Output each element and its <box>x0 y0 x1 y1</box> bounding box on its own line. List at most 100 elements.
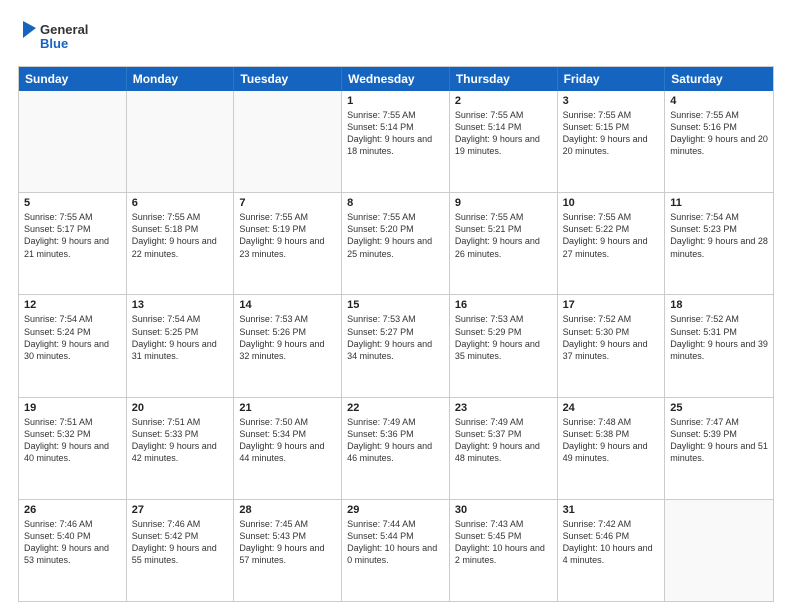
day-info: Sunrise: 7:55 AM Sunset: 5:19 PM Dayligh… <box>239 211 336 260</box>
calendar-body: 1 Sunrise: 7:55 AM Sunset: 5:14 PM Daylig… <box>19 91 773 601</box>
day-info: Sunrise: 7:55 AM Sunset: 5:18 PM Dayligh… <box>132 211 229 260</box>
day-cell: 21 Sunrise: 7:50 AM Sunset: 5:34 PM Dayli… <box>234 398 342 499</box>
day-info: Sunrise: 7:45 AM Sunset: 5:43 PM Dayligh… <box>239 518 336 567</box>
week-row-4: 19 Sunrise: 7:51 AM Sunset: 5:32 PM Dayli… <box>19 397 773 499</box>
day-info: Sunrise: 7:55 AM Sunset: 5:17 PM Dayligh… <box>24 211 121 260</box>
day-cell: 16 Sunrise: 7:53 AM Sunset: 5:29 PM Dayli… <box>450 295 558 396</box>
day-info: Sunrise: 7:46 AM Sunset: 5:40 PM Dayligh… <box>24 518 121 567</box>
day-cell: 1 Sunrise: 7:55 AM Sunset: 5:14 PM Daylig… <box>342 91 450 192</box>
day-info: Sunrise: 7:42 AM Sunset: 5:46 PM Dayligh… <box>563 518 660 567</box>
day-info: Sunrise: 7:54 AM Sunset: 5:25 PM Dayligh… <box>132 313 229 362</box>
day-number: 2 <box>455 95 552 107</box>
day-info: Sunrise: 7:55 AM Sunset: 5:16 PM Dayligh… <box>670 109 768 158</box>
day-number: 1 <box>347 95 444 107</box>
day-info: Sunrise: 7:49 AM Sunset: 5:37 PM Dayligh… <box>455 416 552 465</box>
week-row-1: 1 Sunrise: 7:55 AM Sunset: 5:14 PM Daylig… <box>19 91 773 192</box>
day-info: Sunrise: 7:46 AM Sunset: 5:42 PM Dayligh… <box>132 518 229 567</box>
day-info: Sunrise: 7:52 AM Sunset: 5:30 PM Dayligh… <box>563 313 660 362</box>
day-number: 23 <box>455 402 552 414</box>
day-number: 29 <box>347 504 444 516</box>
day-info: Sunrise: 7:51 AM Sunset: 5:32 PM Dayligh… <box>24 416 121 465</box>
day-info: Sunrise: 7:55 AM Sunset: 5:15 PM Dayligh… <box>563 109 660 158</box>
day-number: 24 <box>563 402 660 414</box>
day-cell: 31 Sunrise: 7:42 AM Sunset: 5:46 PM Dayli… <box>558 500 666 601</box>
day-cell: 8 Sunrise: 7:55 AM Sunset: 5:20 PM Daylig… <box>342 193 450 294</box>
day-number: 20 <box>132 402 229 414</box>
day-cell: 24Sunrise: 7:48 AM Sunset: 5:38 PM Dayli… <box>558 398 666 499</box>
week-row-5: 26 Sunrise: 7:46 AM Sunset: 5:40 PM Dayli… <box>19 499 773 601</box>
page: GeneralBlue SundayMondayTuesdayWednesday… <box>0 0 792 612</box>
day-number: 27 <box>132 504 229 516</box>
day-number: 31 <box>563 504 660 516</box>
day-header-friday: Friday <box>558 67 666 91</box>
day-number: 7 <box>239 197 336 209</box>
day-number: 11 <box>670 197 768 209</box>
day-info: Sunrise: 7:53 AM Sunset: 5:27 PM Dayligh… <box>347 313 444 362</box>
day-number: 10 <box>563 197 660 209</box>
day-cell: 25 Sunrise: 7:47 AM Sunset: 5:39 PM Dayli… <box>665 398 773 499</box>
day-info: Sunrise: 7:44 AM Sunset: 5:44 PM Dayligh… <box>347 518 444 567</box>
day-number: 16 <box>455 299 552 311</box>
logo: GeneralBlue <box>18 18 98 56</box>
day-cell <box>234 91 342 192</box>
day-headers: SundayMondayTuesdayWednesdayThursdayFrid… <box>19 67 773 91</box>
day-header-monday: Monday <box>127 67 235 91</box>
day-info: Sunrise: 7:47 AM Sunset: 5:39 PM Dayligh… <box>670 416 768 465</box>
week-row-3: 12 Sunrise: 7:54 AM Sunset: 5:24 PM Dayli… <box>19 294 773 396</box>
day-info: Sunrise: 7:55 AM Sunset: 5:14 PM Dayligh… <box>347 109 444 158</box>
day-cell: 15 Sunrise: 7:53 AM Sunset: 5:27 PM Dayli… <box>342 295 450 396</box>
day-cell <box>19 91 127 192</box>
day-header-saturday: Saturday <box>665 67 773 91</box>
day-number: 13 <box>132 299 229 311</box>
day-info: Sunrise: 7:50 AM Sunset: 5:34 PM Dayligh… <box>239 416 336 465</box>
day-cell: 30 Sunrise: 7:43 AM Sunset: 5:45 PM Dayli… <box>450 500 558 601</box>
day-cell: 28 Sunrise: 7:45 AM Sunset: 5:43 PM Dayli… <box>234 500 342 601</box>
day-info: Sunrise: 7:54 AM Sunset: 5:24 PM Dayligh… <box>24 313 121 362</box>
day-cell: 29 Sunrise: 7:44 AM Sunset: 5:44 PM Dayli… <box>342 500 450 601</box>
header: GeneralBlue <box>18 18 774 56</box>
day-cell: 9Sunrise: 7:55 AM Sunset: 5:21 PM Daylig… <box>450 193 558 294</box>
day-cell: 12 Sunrise: 7:54 AM Sunset: 5:24 PM Dayli… <box>19 295 127 396</box>
day-info: Sunrise: 7:54 AM Sunset: 5:23 PM Dayligh… <box>670 211 768 260</box>
day-number: 25 <box>670 402 768 414</box>
day-cell: 2 Sunrise: 7:55 AM Sunset: 5:14 PM Daylig… <box>450 91 558 192</box>
day-number: 12 <box>24 299 121 311</box>
calendar: SundayMondayTuesdayWednesdayThursdayFrid… <box>18 66 774 602</box>
day-number: 9 <box>455 197 552 209</box>
day-cell: 4Sunrise: 7:55 AM Sunset: 5:16 PM Daylig… <box>665 91 773 192</box>
day-number: 21 <box>239 402 336 414</box>
day-cell: 3Sunrise: 7:55 AM Sunset: 5:15 PM Daylig… <box>558 91 666 192</box>
day-number: 28 <box>239 504 336 516</box>
day-cell: 22Sunrise: 7:49 AM Sunset: 5:36 PM Dayli… <box>342 398 450 499</box>
day-number: 26 <box>24 504 121 516</box>
day-cell: 5 Sunrise: 7:55 AM Sunset: 5:17 PM Daylig… <box>19 193 127 294</box>
day-number: 6 <box>132 197 229 209</box>
day-cell: 19 Sunrise: 7:51 AM Sunset: 5:32 PM Dayli… <box>19 398 127 499</box>
day-info: Sunrise: 7:49 AM Sunset: 5:36 PM Dayligh… <box>347 416 444 465</box>
day-number: 14 <box>239 299 336 311</box>
day-number: 8 <box>347 197 444 209</box>
logo-svg: GeneralBlue <box>18 18 98 56</box>
day-info: Sunrise: 7:53 AM Sunset: 5:26 PM Dayligh… <box>239 313 336 362</box>
day-cell <box>127 91 235 192</box>
day-cell <box>665 500 773 601</box>
day-cell: 26 Sunrise: 7:46 AM Sunset: 5:40 PM Dayli… <box>19 500 127 601</box>
day-cell: 23 Sunrise: 7:49 AM Sunset: 5:37 PM Dayli… <box>450 398 558 499</box>
day-cell: 6 Sunrise: 7:55 AM Sunset: 5:18 PM Daylig… <box>127 193 235 294</box>
day-info: Sunrise: 7:43 AM Sunset: 5:45 PM Dayligh… <box>455 518 552 567</box>
week-row-2: 5 Sunrise: 7:55 AM Sunset: 5:17 PM Daylig… <box>19 192 773 294</box>
day-number: 5 <box>24 197 121 209</box>
day-info: Sunrise: 7:52 AM Sunset: 5:31 PM Dayligh… <box>670 313 768 362</box>
day-header-tuesday: Tuesday <box>234 67 342 91</box>
day-cell: 17 Sunrise: 7:52 AM Sunset: 5:30 PM Dayli… <box>558 295 666 396</box>
svg-text:Blue: Blue <box>40 36 68 51</box>
day-number: 30 <box>455 504 552 516</box>
day-info: Sunrise: 7:53 AM Sunset: 5:29 PM Dayligh… <box>455 313 552 362</box>
day-number: 15 <box>347 299 444 311</box>
day-header-thursday: Thursday <box>450 67 558 91</box>
day-info: Sunrise: 7:55 AM Sunset: 5:20 PM Dayligh… <box>347 211 444 260</box>
day-cell: 18Sunrise: 7:52 AM Sunset: 5:31 PM Dayli… <box>665 295 773 396</box>
day-number: 19 <box>24 402 121 414</box>
day-info: Sunrise: 7:55 AM Sunset: 5:14 PM Dayligh… <box>455 109 552 158</box>
day-number: 17 <box>563 299 660 311</box>
